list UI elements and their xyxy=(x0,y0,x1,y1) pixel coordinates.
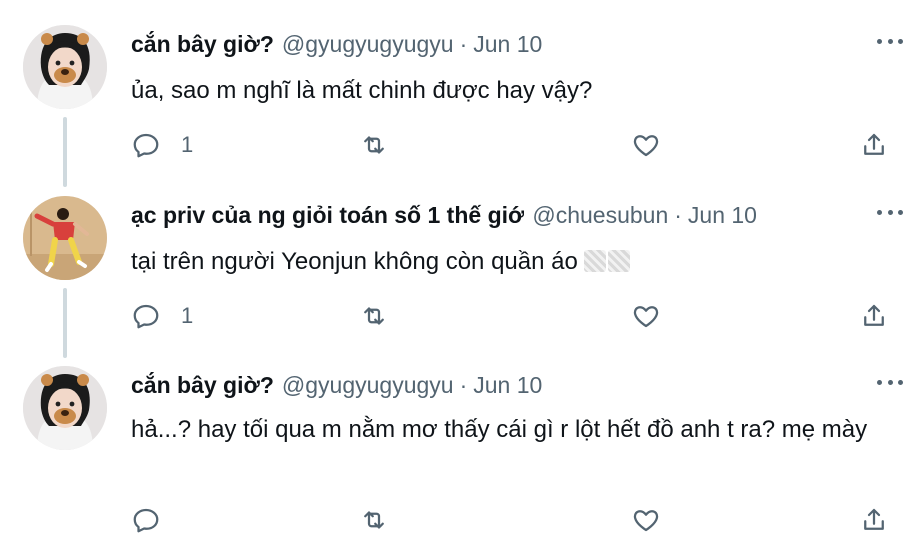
reply-thread: cắn bây giờ? @gyugyugyugyu · Jun 10 ủa, … xyxy=(0,0,923,557)
share-button[interactable] xyxy=(859,502,889,538)
thread-connector xyxy=(63,288,67,358)
reply-button[interactable]: 1 xyxy=(131,127,193,163)
display-name[interactable]: cắn bây giờ? xyxy=(131,31,274,58)
timestamp[interactable]: Jun 10 xyxy=(473,31,542,58)
reply-button[interactable] xyxy=(131,502,181,538)
tweet-actions: 1 xyxy=(131,298,901,334)
thread-connector xyxy=(63,117,67,187)
dancing-man-avatar-icon xyxy=(23,196,107,280)
username[interactable]: @gyugyugyugyu xyxy=(282,372,454,399)
share-icon xyxy=(864,133,884,155)
display-name[interactable]: cắn bây giờ? xyxy=(131,372,274,399)
tweet-2[interactable]: ạc priv của ng giỏi toán số 1 thế giớ @c… xyxy=(0,196,923,358)
display-name[interactable]: ạc priv của ng giỏi toán số 1 thế giớ xyxy=(131,202,524,229)
share-icon xyxy=(864,508,884,530)
reply-count: 1 xyxy=(181,132,194,157)
tweet-text-content: tại trên người Yeonjun không còn quần áo xyxy=(131,248,578,275)
retweet-button[interactable] xyxy=(359,298,389,334)
emoji-icon xyxy=(583,250,606,272)
more-options-icon[interactable] xyxy=(877,200,903,224)
heart-icon xyxy=(633,306,659,328)
timestamp[interactable]: Jun 10 xyxy=(688,202,757,229)
timestamp[interactable]: Jun 10 xyxy=(473,372,542,399)
girl-with-bear-filter-avatar-icon xyxy=(23,25,107,109)
username[interactable]: @gyugyugyugyu xyxy=(282,31,454,58)
separator: · xyxy=(459,371,468,398)
emoji-icon xyxy=(607,250,630,272)
retweet-icon xyxy=(364,136,384,154)
tweet-3[interactable]: cắn bây giờ? @gyugyugyugyu · Jun 10 hả..… xyxy=(0,366,923,552)
reply-count: 1 xyxy=(181,303,194,328)
username[interactable]: @chuesubun xyxy=(532,202,668,229)
heart-icon xyxy=(633,135,659,157)
tweet-header: ạc priv của ng giỏi toán số 1 thế giớ @c… xyxy=(131,198,863,232)
tweet-1[interactable]: cắn bây giờ? @gyugyugyugyu · Jun 10 ủa, … xyxy=(0,25,923,187)
retweet-icon xyxy=(364,307,384,325)
tweet-text: tại trên người Yeonjun không còn quần áo xyxy=(131,244,901,280)
share-icon xyxy=(864,304,884,326)
separator: · xyxy=(674,201,682,228)
more-options-icon[interactable] xyxy=(877,370,903,394)
tweet-text: hả...? hay tối qua m nằm mơ thấy cái gì … xyxy=(131,416,868,443)
tweet-header: cắn bây giờ? @gyugyugyugyu · Jun 10 xyxy=(131,368,863,402)
tweet-actions: 1 xyxy=(131,127,901,163)
tweet-text: ủa, sao m nghĩ là mất chinh được hay vậy… xyxy=(131,77,593,104)
like-button[interactable] xyxy=(631,298,661,334)
avatar-gyugyugyugyu[interactable] xyxy=(23,25,107,109)
like-button[interactable] xyxy=(631,127,661,163)
like-button[interactable] xyxy=(631,502,661,538)
share-button[interactable] xyxy=(859,298,889,334)
more-options-icon[interactable] xyxy=(877,29,903,53)
retweet-button[interactable] xyxy=(359,502,389,538)
retweet-button[interactable] xyxy=(359,127,389,163)
avatar-gyugyugyugyu[interactable] xyxy=(23,366,107,450)
girl-with-bear-filter-avatar-icon xyxy=(23,366,107,450)
tweet-header: cắn bây giờ? @gyugyugyugyu · Jun 10 xyxy=(131,27,863,61)
retweet-icon xyxy=(364,511,384,529)
share-button[interactable] xyxy=(859,127,889,163)
reply-icon xyxy=(133,133,159,158)
avatar-chuesubun[interactable] xyxy=(23,196,107,280)
reply-icon xyxy=(133,508,159,533)
separator: · xyxy=(459,30,468,57)
tweet-actions xyxy=(131,502,901,538)
reply-icon xyxy=(133,304,159,329)
reply-button[interactable]: 1 xyxy=(131,298,193,334)
heart-icon xyxy=(633,510,659,532)
